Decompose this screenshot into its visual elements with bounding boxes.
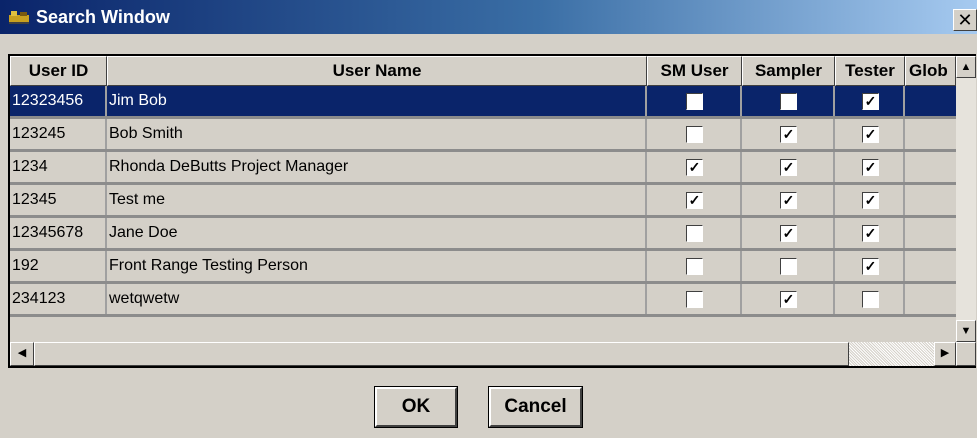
checkbox[interactable]: ✓ [862, 225, 879, 242]
close-button[interactable]: ✕ [953, 9, 977, 31]
checkbox-tester: ✓ [835, 86, 905, 116]
checkbox-sm-user: ✓ [647, 152, 742, 182]
table-row[interactable]: 12345678 Jane Doe ✓ ✓ [10, 218, 956, 251]
checkbox[interactable] [862, 291, 879, 308]
checkbox-sm-user [647, 251, 742, 281]
cell-user-name[interactable]: Bob Smith [107, 119, 647, 149]
checkbox[interactable] [686, 258, 703, 275]
checkbox-sampler: ✓ [742, 152, 835, 182]
ok-button[interactable]: OK [374, 386, 458, 428]
checkbox[interactable] [686, 93, 703, 110]
header-sm-user[interactable]: SM User [647, 56, 742, 86]
table-row[interactable]: 1234 Rhonda DeButts Project Manager ✓ ✓ ✓ [10, 152, 956, 185]
checkbox[interactable] [780, 258, 797, 275]
checkbox-tester: ✓ [835, 185, 905, 215]
checkbox-sm-user [647, 218, 742, 248]
horizontal-scrollbar[interactable]: ◀ ▶ [10, 342, 956, 366]
checkbox[interactable]: ✓ [686, 159, 703, 176]
checkbox[interactable]: ✓ [780, 291, 797, 308]
header-user-name[interactable]: User Name [107, 56, 647, 86]
checkbox[interactable]: ✓ [780, 192, 797, 209]
cell-glob [905, 185, 956, 215]
checkbox-sm-user [647, 119, 742, 149]
checkbox-sampler: ✓ [742, 218, 835, 248]
checkbox-sampler [742, 86, 835, 116]
cell-glob [905, 284, 956, 314]
user-grid[interactable]: User ID User Name SM User Sampler Tester… [10, 56, 956, 342]
scrollbar-corner [956, 342, 976, 366]
cell-user-name[interactable]: Rhonda DeButts Project Manager [107, 152, 647, 182]
table-row[interactable]: 234123 wetqwetw ✓ [10, 284, 956, 317]
cell-glob [905, 119, 956, 149]
checkbox[interactable]: ✓ [862, 93, 879, 110]
table-row[interactable]: 12345 Test me ✓ ✓ ✓ [10, 185, 956, 218]
header-glob[interactable]: Glob [905, 56, 956, 86]
table-row[interactable]: 12323456 Jim Bob ✓ [10, 86, 956, 119]
checkbox-sm-user: ✓ [647, 185, 742, 215]
cell-glob [905, 251, 956, 281]
vertical-scrollbar[interactable]: ▲ ▼ [956, 56, 976, 342]
table-row[interactable]: 123245 Bob Smith ✓ ✓ [10, 119, 956, 152]
checkbox[interactable] [686, 126, 703, 143]
checkbox-tester: ✓ [835, 218, 905, 248]
checkbox-sm-user [647, 86, 742, 116]
scroll-right-icon[interactable]: ▶ [934, 342, 956, 366]
cell-user-id[interactable]: 234123 [10, 284, 107, 314]
checkbox[interactable]: ✓ [780, 159, 797, 176]
cell-user-id[interactable]: 123245 [10, 119, 107, 149]
cell-user-name[interactable]: Jim Bob [107, 86, 647, 116]
title-bar: Search Window ✕ [0, 0, 977, 34]
checkbox-sampler: ✓ [742, 284, 835, 314]
header-tester[interactable]: Tester [835, 56, 905, 86]
horizontal-scroll-track[interactable] [849, 342, 934, 366]
scroll-up-icon[interactable]: ▲ [956, 56, 976, 78]
cancel-button[interactable]: Cancel [488, 386, 583, 428]
checkbox-tester [835, 284, 905, 314]
checkbox[interactable]: ✓ [862, 192, 879, 209]
cell-user-id[interactable]: 12345 [10, 185, 107, 215]
checkbox[interactable]: ✓ [686, 192, 703, 209]
scroll-left-icon[interactable]: ◀ [10, 342, 34, 366]
checkbox-sm-user [647, 284, 742, 314]
cell-user-name[interactable]: Test me [107, 185, 647, 215]
cell-user-name[interactable]: Front Range Testing Person [107, 251, 647, 281]
app-icon [9, 11, 29, 24]
checkbox[interactable] [780, 93, 797, 110]
checkbox-tester: ✓ [835, 119, 905, 149]
cell-user-id[interactable]: 1234 [10, 152, 107, 182]
cell-glob [905, 152, 956, 182]
checkbox[interactable]: ✓ [780, 225, 797, 242]
checkbox-tester: ✓ [835, 152, 905, 182]
header-user-id[interactable]: User ID [10, 56, 107, 86]
scroll-down-icon[interactable]: ▼ [956, 320, 976, 342]
cell-glob [905, 218, 956, 248]
cell-user-id[interactable]: 12345678 [10, 218, 107, 248]
checkbox[interactable] [686, 291, 703, 308]
window-title: Search Window [36, 7, 170, 27]
header-sampler[interactable]: Sampler [742, 56, 835, 86]
checkbox-sampler: ✓ [742, 119, 835, 149]
checkbox-sampler: ✓ [742, 185, 835, 215]
cell-user-name[interactable]: Jane Doe [107, 218, 647, 248]
cell-user-name[interactable]: wetqwetw [107, 284, 647, 314]
checkbox[interactable]: ✓ [862, 159, 879, 176]
checkbox-tester: ✓ [835, 251, 905, 281]
checkbox-sampler [742, 251, 835, 281]
checkbox[interactable]: ✓ [862, 126, 879, 143]
checkbox[interactable] [686, 225, 703, 242]
horizontal-scroll-thumb[interactable] [34, 342, 849, 366]
checkbox[interactable]: ✓ [780, 126, 797, 143]
table-row[interactable]: 192 Front Range Testing Person ✓ [10, 251, 956, 284]
cell-glob [905, 86, 956, 116]
checkbox[interactable]: ✓ [862, 258, 879, 275]
cell-user-id[interactable]: 192 [10, 251, 107, 281]
cell-user-id[interactable]: 12323456 [10, 86, 107, 116]
close-icon: ✕ [957, 10, 973, 30]
